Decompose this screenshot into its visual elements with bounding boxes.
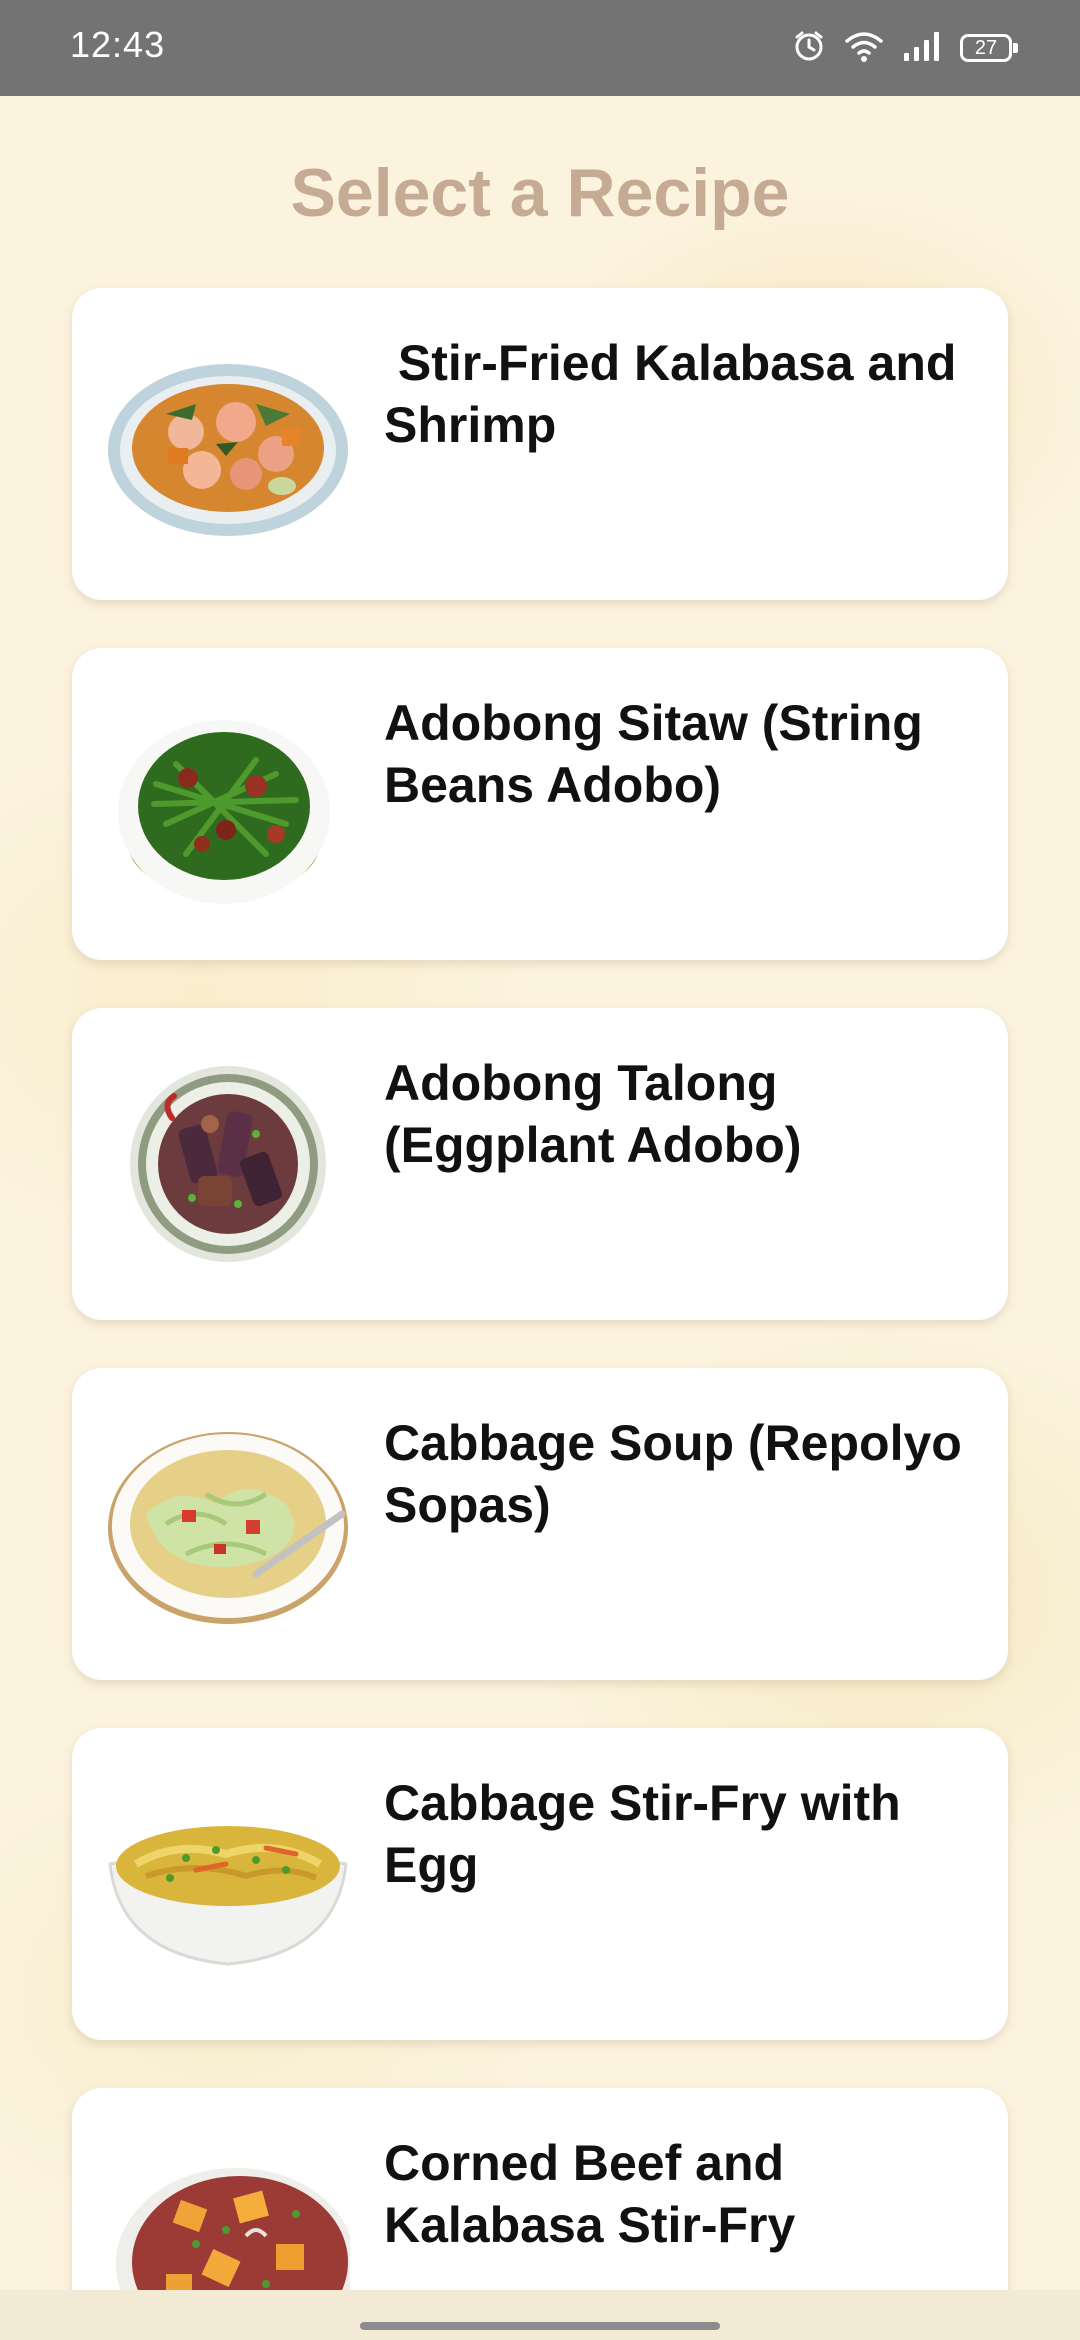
status-icons: 27	[792, 28, 1018, 68]
recipe-image-eggplant	[106, 1064, 350, 1264]
recipe-image-cabbage-egg	[106, 1784, 350, 1984]
recipe-image-shrimp-kalabasa	[106, 344, 350, 544]
status-bar: 12:43 27	[0, 0, 1080, 96]
status-time: 12:43	[70, 24, 166, 65]
recipe-card-adobong-sitaw[interactable]: Adobong Sitaw (String Beans Adobo)	[72, 648, 1008, 960]
recipe-title: Corned Beef and Kalabasa Stir-Fry	[384, 2135, 798, 2253]
recipe-card-cabbage-stir-fry-egg[interactable]: Cabbage Stir-Fry with Egg	[72, 1728, 1008, 2040]
wifi-icon	[844, 29, 884, 68]
recipe-list: Stir-Fried Kalabasa and Shrimp Adobong S…	[72, 288, 1008, 2290]
recipe-title: Cabbage Soup (Repolyo Sopas)	[384, 1415, 976, 1533]
recipe-card-cabbage-soup[interactable]: Cabbage Soup (Repolyo Sopas)	[72, 1368, 1008, 1680]
recipe-image-string-beans	[106, 704, 350, 904]
battery-icon: 27	[960, 34, 1018, 62]
recipe-card-corned-beef-kalabasa[interactable]: Corned Beef and Kalabasa Stir-Fry	[72, 2088, 1008, 2290]
home-indicator[interactable]	[360, 2322, 720, 2330]
recipe-title: Stir-Fried Kalabasa and Shrimp	[384, 335, 971, 453]
recipe-title: Cabbage Stir-Fry with Egg	[384, 1775, 915, 1893]
navigation-bar	[0, 2290, 1080, 2340]
recipe-image-cabbage-soup	[106, 1424, 350, 1624]
main-content: Select a Recipe Stir-Fried Kalabasa and …	[0, 96, 1080, 2290]
recipe-image-corned-beef-kalabasa	[106, 2144, 350, 2290]
recipe-title: Adobong Sitaw (String Beans Adobo)	[384, 695, 937, 813]
signal-icon	[902, 29, 942, 68]
recipe-title: Adobong Talong (Eggplant Adobo)	[384, 1055, 802, 1173]
page-title: Select a Recipe	[290, 155, 790, 231]
recipe-card-stir-fried-kalabasa-shrimp[interactable]: Stir-Fried Kalabasa and Shrimp	[72, 288, 1008, 600]
recipe-card-adobong-talong[interactable]: Adobong Talong (Eggplant Adobo)	[72, 1008, 1008, 1320]
alarm-icon	[792, 29, 826, 68]
